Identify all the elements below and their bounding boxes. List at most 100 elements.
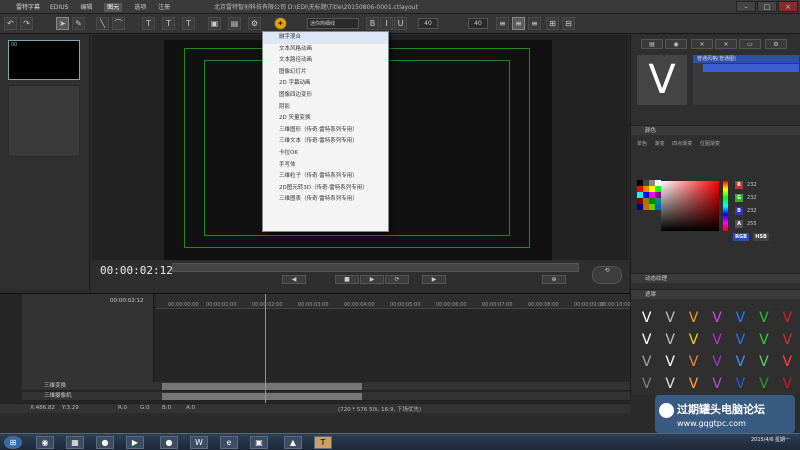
style-preset-item[interactable]: V: [776, 351, 799, 373]
menu-primitives[interactable]: 图元: [104, 3, 123, 12]
style-preset-item[interactable]: V: [776, 307, 799, 329]
tab-settings[interactable]: ⚙: [765, 39, 787, 49]
color-picker-field[interactable]: [661, 181, 719, 231]
effect-menu-item[interactable]: 2D图元转3D（传奇·雷特系列专用）: [263, 183, 388, 195]
style-preset-item[interactable]: V: [635, 329, 658, 351]
align-center-icon[interactable]: ≡: [512, 17, 525, 30]
effect-menu-item[interactable]: 文本路径动画: [263, 55, 388, 67]
italic-icon[interactable]: I: [380, 17, 393, 30]
output-button[interactable]: ⟲: [592, 266, 622, 284]
zoom-button[interactable]: ⊕: [542, 275, 566, 284]
menu-edius[interactable]: EDIUS: [50, 4, 68, 11]
pen-tool-icon[interactable]: ✎: [72, 17, 85, 30]
track-row[interactable]: 三维变换: [22, 382, 630, 391]
track-clip[interactable]: [162, 383, 362, 390]
distribute-icon[interactable]: ⊞: [546, 17, 559, 30]
alpha-value-text[interactable]: 255: [747, 221, 757, 227]
effect-menu-item[interactable]: 图像幻灯片: [263, 67, 388, 79]
style-preset-item[interactable]: V: [752, 373, 775, 395]
timeline-ruler[interactable]: 00:00:00:00 00:00:01:00 00:00:02:00 00:0…: [156, 294, 631, 309]
align-right-icon[interactable]: ≡: [528, 17, 541, 30]
menu-edit[interactable]: 编辑: [80, 4, 92, 11]
line-tool-icon[interactable]: ╲: [96, 17, 109, 30]
effect-menu-item[interactable]: 手写体: [263, 160, 388, 172]
red-value-text[interactable]: 232: [747, 182, 757, 188]
effect-menu-item[interactable]: 三维粒子（传奇·雷特系列专用）: [263, 171, 388, 183]
play-button[interactable]: ▶: [360, 275, 384, 284]
prev-frame-button[interactable]: ◀: [282, 275, 306, 284]
style-preset-item[interactable]: V: [635, 373, 658, 395]
effect-menu-item[interactable]: 图像四边变形: [263, 90, 388, 102]
style-preset-item[interactable]: V: [635, 351, 658, 373]
page-thumbnail-empty[interactable]: [8, 85, 80, 157]
style-preset-item[interactable]: V: [705, 329, 728, 351]
taskbar-app-icon[interactable]: ◉: [36, 436, 54, 449]
rgb-mode-label[interactable]: RGB: [733, 233, 749, 241]
fill-mode-fourpoint[interactable]: 四点渐变: [672, 141, 692, 147]
arrange-icon[interactable]: ⊟: [562, 17, 575, 30]
taskbar-app-icon[interactable]: ●: [96, 436, 114, 449]
effect-menu-item[interactable]: 卡拉OK: [263, 148, 388, 160]
loop-button[interactable]: ⟳: [385, 275, 409, 284]
hue-slider[interactable]: [723, 181, 728, 231]
rgb-mode-button[interactable]: RGB HSB: [733, 233, 773, 241]
effect-menu-item[interactable]: 阴影: [263, 102, 388, 114]
texture-section-header[interactable]: 动态纹理: [631, 273, 800, 283]
style-preset-item[interactable]: V: [682, 329, 705, 351]
effect-menu-item[interactable]: 文本风格动画: [263, 44, 388, 56]
style-preset-item[interactable]: V: [682, 373, 705, 395]
style-preset-item[interactable]: V: [729, 373, 752, 395]
style-preset-item[interactable]: V: [658, 351, 681, 373]
effect-menu-item[interactable]: 2D 矢量变换: [263, 113, 388, 125]
playhead[interactable]: [265, 294, 266, 404]
maximize-button[interactable]: □: [757, 1, 777, 12]
menu-register[interactable]: 注册: [158, 4, 170, 11]
effect-menu-item[interactable]: 三维文本（传奇·雷特系列专用）: [263, 136, 388, 148]
taskbar-app-icon[interactable]: W: [190, 436, 208, 449]
fill-mode-bitmap[interactable]: 位图渐变: [700, 141, 720, 147]
taskbar-ie-icon[interactable]: e: [220, 436, 238, 449]
effect-menu-item[interactable]: 三维图表（传奇·雷特系列专用）: [263, 194, 388, 206]
close-button[interactable]: ×: [778, 1, 798, 12]
effect-menu-item[interactable]: 融字混合: [263, 32, 388, 44]
green-value-text[interactable]: 232: [747, 195, 757, 201]
mask-section-header[interactable]: 遮罩: [631, 289, 800, 299]
style-preset-item[interactable]: V: [776, 329, 799, 351]
taskbar-app-icon[interactable]: ▦: [66, 436, 84, 449]
track-clip[interactable]: [162, 393, 362, 400]
style-preset-item[interactable]: V: [682, 351, 705, 373]
style-preset-item[interactable]: V: [729, 329, 752, 351]
scrub-bar[interactable]: [172, 263, 579, 272]
taskbar-title-app-icon[interactable]: T: [314, 436, 332, 449]
color-section-header[interactable]: 颜色: [631, 125, 800, 135]
taskbar-app-icon[interactable]: ▣: [250, 436, 268, 449]
taskbar-app-icon[interactable]: ▲: [284, 436, 302, 449]
template-icon[interactable]: ▤: [228, 17, 241, 30]
font-size-field[interactable]: 40: [418, 18, 438, 29]
style-preset-item[interactable]: V: [705, 351, 728, 373]
effects-dropdown-icon[interactable]: ✦: [274, 17, 287, 30]
blue-value-text[interactable]: 232: [747, 208, 757, 214]
tab-list[interactable]: ▭: [739, 39, 761, 49]
tab-styles[interactable]: ◉: [665, 39, 687, 49]
char-size-field[interactable]: 40: [468, 18, 488, 29]
style-preset-item[interactable]: V: [658, 307, 681, 329]
shape-tool-icon[interactable]: ⌒: [112, 17, 125, 30]
style-preset-item[interactable]: V: [776, 373, 799, 395]
color-swatches[interactable]: [637, 180, 661, 240]
menu-options[interactable]: 选项: [134, 4, 146, 11]
page-thumbnail[interactable]: 00: [8, 40, 80, 80]
tab-effects[interactable]: ✕: [715, 39, 737, 49]
style-preset-item[interactable]: V: [705, 307, 728, 329]
vertical-text-icon[interactable]: T: [162, 17, 175, 30]
style-layer-item[interactable]: 普通风格(普通图): [693, 55, 799, 63]
style-preset-item[interactable]: V: [729, 307, 752, 329]
underline-icon[interactable]: U: [394, 17, 407, 30]
style-preset-item[interactable]: V: [658, 329, 681, 351]
style-preset-item[interactable]: V: [658, 373, 681, 395]
tab-layers[interactable]: ▤: [641, 39, 663, 49]
style-preset-item[interactable]: V: [752, 351, 775, 373]
font-select[interactable]: 迷你简细线: [307, 18, 359, 29]
select-tool-icon[interactable]: ➤: [56, 17, 69, 30]
style-preset-item[interactable]: V: [682, 307, 705, 329]
